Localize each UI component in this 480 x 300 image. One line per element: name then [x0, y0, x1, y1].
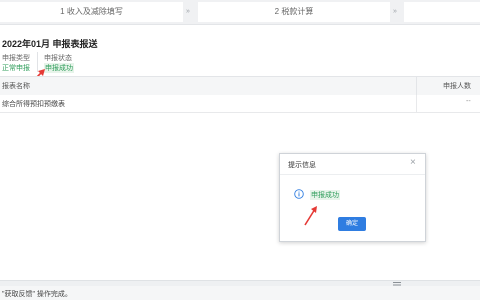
column-report-name: 报表名称	[2, 83, 30, 90]
step-declare-submit[interactable]	[404, 2, 480, 22]
prompt-dialog: 提示信息 × 申报成功 确定	[279, 153, 426, 242]
table-row[interactable]: 综合所得预扣预缴表 --	[0, 95, 480, 113]
declare-type-label: 申报类型	[2, 55, 30, 62]
status-message: "获取反馈" 操作完成。	[2, 291, 72, 298]
confirm-button[interactable]: 确定	[338, 217, 366, 231]
page-title: 2022年01月 申报表报送	[2, 39, 98, 49]
dialog-title: 提示信息	[288, 162, 316, 169]
declare-status-value: 申报成功	[44, 63, 74, 73]
dialog-message: 申报成功	[310, 190, 340, 200]
info-icon	[294, 189, 304, 199]
annotation-arrow-icon	[304, 206, 317, 226]
declare-status-label: 申报状态	[44, 55, 72, 62]
column-divider	[416, 77, 417, 95]
table-header: 报表名称 申报人数	[0, 76, 480, 96]
dialog-header: 提示信息 ×	[280, 154, 425, 175]
steps-bar: 1 收入及减除填写 » 2 税款计算 »	[0, 0, 480, 25]
close-icon[interactable]: ×	[410, 157, 416, 168]
step-separator-icon: »	[186, 8, 190, 15]
step-income-deduction[interactable]: 1 收入及减除填写	[0, 2, 183, 22]
column-declare-count: 申报人数	[443, 83, 471, 90]
column-divider	[416, 95, 417, 112]
step-separator-icon: »	[393, 8, 397, 15]
step-tax-calculation[interactable]: 2 税款计算	[198, 2, 390, 22]
declare-count-cell: --	[466, 98, 471, 105]
report-name-cell: 综合所得预扣预缴表	[2, 101, 65, 108]
status-bar: "获取反馈" 操作完成。	[0, 286, 480, 300]
